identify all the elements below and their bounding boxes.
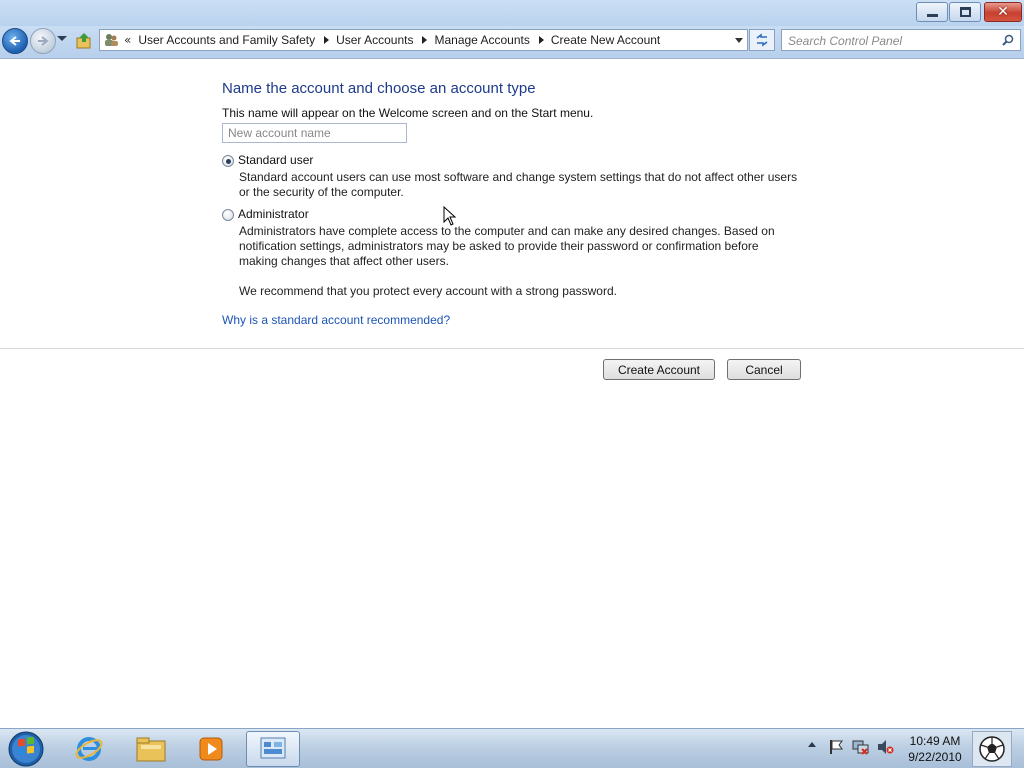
media-player-taskbar-button[interactable] — [184, 731, 238, 767]
show-desktop-button[interactable] — [972, 731, 1012, 767]
close-icon: ✕ — [997, 4, 1009, 20]
back-arrow-icon — [9, 36, 20, 46]
forward-button[interactable] — [30, 28, 56, 54]
refresh-icon — [756, 33, 768, 47]
breadcrumb-user-accounts[interactable]: User Accounts — [336, 33, 413, 47]
minimize-button[interactable] — [916, 2, 948, 22]
breadcrumb-separator-icon[interactable] — [538, 36, 544, 44]
cancel-button[interactable]: Cancel — [727, 359, 801, 380]
address-bar[interactable]: « User Accounts and Family Safety User A… — [99, 29, 748, 51]
breadcrumb-separator-icon[interactable] — [422, 36, 428, 44]
standard-user-description: Standard account users can use most soft… — [239, 170, 798, 199]
navigation-bar: « User Accounts and Family Safety User A… — [0, 26, 1024, 59]
radio-selected-dot — [225, 158, 231, 164]
search-box[interactable] — [781, 29, 1021, 51]
breadcrumb-user-accounts-family-safety[interactable]: User Accounts and Family Safety — [138, 33, 315, 47]
back-button[interactable] — [2, 28, 28, 54]
windows-explorer-icon — [136, 737, 166, 762]
clock-time: 10:49 AM — [909, 734, 961, 748]
internet-explorer-taskbar-button[interactable] — [62, 731, 116, 767]
up-folder-icon[interactable] — [76, 32, 92, 50]
internet-explorer-icon — [75, 737, 103, 761]
search-icon[interactable] — [1002, 34, 1014, 46]
create-account-button[interactable]: Create Account — [603, 359, 715, 380]
recent-pages-dropdown-icon[interactable] — [57, 36, 67, 41]
refresh-button[interactable] — [749, 29, 775, 51]
standard-user-label[interactable]: Standard user — [238, 153, 313, 167]
close-button[interactable]: ✕ — [984, 2, 1022, 22]
password-recommendation: We recommend that you protect every acco… — [239, 284, 617, 298]
user-accounts-icon — [105, 34, 118, 46]
clock-date: 9/22/2010 — [908, 750, 962, 764]
start-button[interactable] — [3, 730, 49, 768]
windows-explorer-taskbar-button[interactable] — [124, 731, 178, 767]
restore-icon — [959, 7, 971, 17]
user-soccer-ball-icon — [979, 736, 1005, 762]
main-content: Name the account and choose an account t… — [0, 60, 1024, 728]
search-input[interactable] — [788, 31, 988, 51]
divider — [0, 348, 1024, 349]
administrator-label[interactable]: Administrator — [238, 207, 309, 221]
mouse-cursor-icon — [443, 206, 457, 226]
volume-muted-icon[interactable] — [876, 739, 894, 755]
media-player-icon — [199, 737, 223, 761]
standard-account-help-link[interactable]: Why is a standard account recommended? — [222, 313, 450, 327]
breadcrumb-manage-accounts[interactable]: Manage Accounts — [434, 33, 529, 47]
restore-button[interactable] — [949, 2, 981, 22]
account-name-input[interactable] — [222, 123, 407, 143]
name-instruction: This name will appear on the Welcome scr… — [222, 106, 594, 120]
breadcrumb-overflow-icon[interactable]: « — [124, 33, 131, 47]
administrator-description: Administrators have complete access to t… — [239, 224, 775, 268]
show-hidden-icons-icon[interactable] — [806, 739, 818, 751]
action-center-flag-icon[interactable] — [828, 739, 844, 755]
control-panel-taskbar-button[interactable] — [246, 731, 300, 767]
breadcrumb-create-new-account[interactable]: Create New Account — [551, 33, 660, 47]
address-dropdown-icon[interactable] — [735, 38, 743, 43]
breadcrumb-separator-icon[interactable] — [324, 36, 330, 44]
page-title: Name the account and choose an account t… — [222, 80, 536, 97]
system-clock[interactable]: 10:49 AM 9/22/2010 — [902, 733, 968, 765]
standard-user-radio[interactable] — [222, 155, 234, 167]
control-panel-icon — [260, 737, 286, 759]
forward-arrow-icon — [38, 36, 49, 46]
minimize-icon — [926, 13, 938, 17]
administrator-radio[interactable] — [222, 209, 234, 221]
title-bar: ✕ — [0, 0, 1024, 26]
network-disconnected-icon[interactable] — [852, 739, 870, 755]
taskbar: 10:49 AM 9/22/2010 — [0, 728, 1024, 768]
